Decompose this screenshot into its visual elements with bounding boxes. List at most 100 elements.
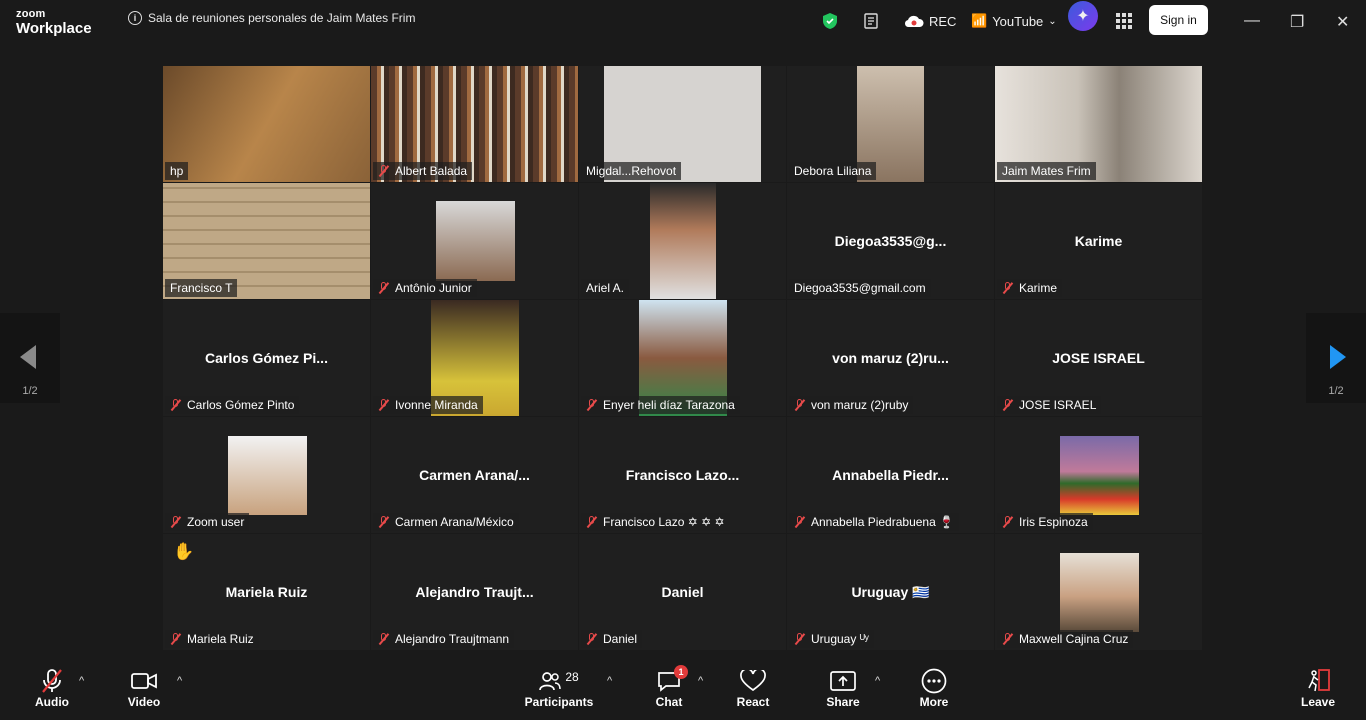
participant-tile[interactable]: von maruz (2)ru... von maruz (2)ruby bbox=[787, 300, 994, 416]
muted-mic-icon bbox=[586, 399, 598, 411]
cloud-recording-button[interactable]: REC bbox=[904, 10, 956, 32]
muted-mic-icon bbox=[794, 633, 806, 645]
video-feed bbox=[650, 183, 716, 299]
participant-tile[interactable]: Ariel A. bbox=[579, 183, 786, 299]
participant-display-name: Carlos Gómez Pi... bbox=[205, 350, 328, 366]
participant-name-label: Daniel bbox=[581, 630, 643, 648]
previous-page-button[interactable]: 1/2 bbox=[0, 313, 60, 403]
participant-tile[interactable]: Francisco T bbox=[163, 183, 370, 299]
participant-tile[interactable]: Antônio Junior bbox=[371, 183, 578, 299]
close-icon[interactable]: ✕ bbox=[1336, 12, 1349, 32]
participant-tile[interactable]: Albert Balada bbox=[371, 66, 578, 182]
arrow-right-icon bbox=[1330, 345, 1346, 369]
muted-mic-icon bbox=[586, 633, 598, 645]
share-options-caret-icon[interactable]: ^ bbox=[875, 675, 880, 687]
participant-name-label: von maruz (2)ruby bbox=[789, 396, 914, 414]
participant-name-label: Maxwell Cajina Cruz bbox=[997, 630, 1134, 648]
participant-tile[interactable]: Diegoa3535@g... Diegoa3535@gmail.com bbox=[787, 183, 994, 299]
video-options-caret-icon[interactable]: ^ bbox=[177, 675, 182, 687]
youtube-stream-button[interactable]: 📶 YouTube ⌄ bbox=[971, 10, 1057, 32]
brand-bottom: Workplace bbox=[16, 20, 92, 37]
participant-tile[interactable]: Alejandro Traujt... Alejandro Traujtmann bbox=[371, 534, 578, 650]
apps-grid-icon[interactable] bbox=[1116, 10, 1132, 32]
participant-tile[interactable]: Francisco Lazo... Francisco Lazo ✡ ✡ ✡ bbox=[579, 417, 786, 533]
participant-tile[interactable]: JOSE ISRAEL JOSE ISRAEL bbox=[995, 300, 1202, 416]
avatar bbox=[1060, 436, 1139, 515]
audio-options-caret-icon[interactable]: ^ bbox=[79, 675, 84, 687]
chat-bubble-icon bbox=[634, 667, 704, 695]
raised-hand-icon: ✋ bbox=[173, 542, 195, 561]
participant-name-label: Ivonne Miranda bbox=[373, 396, 483, 414]
leave-door-icon bbox=[1283, 667, 1353, 695]
notes-icon[interactable] bbox=[862, 10, 880, 32]
participant-name-label: Zoom user bbox=[165, 513, 250, 531]
participant-tile[interactable]: Annabella Piedr... Annabella Piedrabuena… bbox=[787, 417, 994, 533]
participant-name-label: Karime bbox=[997, 279, 1063, 297]
chat-label: Chat bbox=[655, 695, 683, 709]
participant-display-name: Carmen Arana/... bbox=[419, 467, 530, 483]
share-screen-button[interactable]: Share bbox=[808, 667, 878, 709]
participant-name-label: Annabella Piedrabuena 🍷 bbox=[789, 513, 960, 531]
participant-tile[interactable]: hp bbox=[163, 66, 370, 182]
chat-options-caret-icon[interactable]: ^ bbox=[698, 675, 703, 687]
participant-tile[interactable]: Enyer heli díaz Tarazona bbox=[579, 300, 786, 416]
restore-icon[interactable]: ❐ bbox=[1290, 12, 1304, 32]
more-label: More bbox=[919, 695, 949, 709]
video-camera-icon bbox=[109, 667, 179, 695]
participant-tile[interactable]: Carlos Gómez Pi... Carlos Gómez Pinto bbox=[163, 300, 370, 416]
participant-tile[interactable]: Ivonne Miranda bbox=[371, 300, 578, 416]
react-button[interactable]: React bbox=[718, 667, 788, 709]
participant-tile[interactable]: Debora Liliana bbox=[787, 66, 994, 182]
sign-in-button[interactable]: Sign in bbox=[1149, 5, 1208, 35]
page-indicator: 1/2 bbox=[1328, 385, 1344, 397]
participant-tile[interactable]: Karime Karime bbox=[995, 183, 1202, 299]
youtube-label: YouTube bbox=[992, 13, 1044, 29]
video-button[interactable]: Video bbox=[109, 667, 179, 709]
live-stream-icon: 📶 bbox=[971, 13, 988, 28]
participant-tile[interactable]: ✋ Mariela Ruiz Mariela Ruiz bbox=[163, 534, 370, 650]
muted-mic-icon bbox=[1002, 516, 1014, 528]
participant-display-name: Uruguay 🇺🇾 bbox=[851, 584, 930, 600]
participant-display-name: JOSE ISRAEL bbox=[1052, 350, 1145, 366]
participant-tile[interactable]: Carmen Arana/... Carmen Arana/México bbox=[371, 417, 578, 533]
ai-companion-button[interactable]: ✦ bbox=[1068, 1, 1098, 31]
participant-tile[interactable]: Daniel Daniel bbox=[579, 534, 786, 650]
participant-tile[interactable]: Migdal...Rehovot bbox=[579, 66, 786, 182]
next-page-button[interactable]: 1/2 bbox=[1306, 313, 1366, 403]
audio-button[interactable]: Audio bbox=[17, 667, 87, 709]
meeting-toolbar: Audio ^ Video ^ 28 Participants ^ 1 Chat… bbox=[0, 661, 1366, 720]
participant-tile[interactable]: Iris Espinoza bbox=[995, 417, 1202, 533]
brand-top: zoom bbox=[16, 8, 46, 20]
participant-display-name: Mariela Ruiz bbox=[225, 584, 308, 600]
muted-mic-icon bbox=[378, 282, 390, 294]
muted-mic-icon bbox=[170, 633, 182, 645]
chat-button[interactable]: 1 Chat bbox=[634, 665, 704, 709]
participant-tile[interactable]: Zoom user bbox=[163, 417, 370, 533]
more-button[interactable]: More bbox=[899, 667, 969, 709]
participants-icon: 28 bbox=[524, 667, 594, 695]
participants-options-caret-icon[interactable]: ^ bbox=[607, 675, 612, 687]
mic-muted-icon bbox=[17, 667, 87, 695]
encryption-shield-icon[interactable] bbox=[822, 10, 838, 32]
muted-mic-icon bbox=[378, 633, 390, 645]
participant-tile[interactable]: Uruguay 🇺🇾 Uruguay ᵁʸ bbox=[787, 534, 994, 650]
share-label: Share bbox=[826, 695, 860, 709]
participant-name-label: JOSE ISRAEL bbox=[997, 396, 1102, 414]
audio-label: Audio bbox=[35, 695, 69, 709]
minimize-icon[interactable]: — bbox=[1244, 12, 1260, 30]
participant-name-label: Enyer heli díaz Tarazona bbox=[581, 396, 740, 414]
muted-mic-icon bbox=[794, 516, 806, 528]
participant-name-label: Albert Balada bbox=[373, 162, 473, 180]
participant-name-label: Ariel A. bbox=[581, 279, 630, 297]
rec-label: REC bbox=[929, 13, 957, 29]
leave-meeting-button[interactable]: Leave bbox=[1283, 667, 1353, 709]
meeting-info[interactable]: i Sala de reuniones personales de Jaim M… bbox=[128, 11, 415, 25]
participant-tile[interactable]: Maxwell Cajina Cruz bbox=[995, 534, 1202, 650]
muted-mic-icon bbox=[378, 399, 390, 411]
avatar bbox=[1060, 553, 1139, 632]
info-icon[interactable]: i bbox=[128, 11, 142, 25]
participant-name-label: Iris Espinoza bbox=[997, 513, 1093, 531]
participant-name-label: Antônio Junior bbox=[373, 279, 477, 297]
active-speaker-tile[interactable]: Jaim Mates Frim bbox=[995, 66, 1202, 182]
participants-button[interactable]: 28 Participants bbox=[524, 667, 594, 709]
